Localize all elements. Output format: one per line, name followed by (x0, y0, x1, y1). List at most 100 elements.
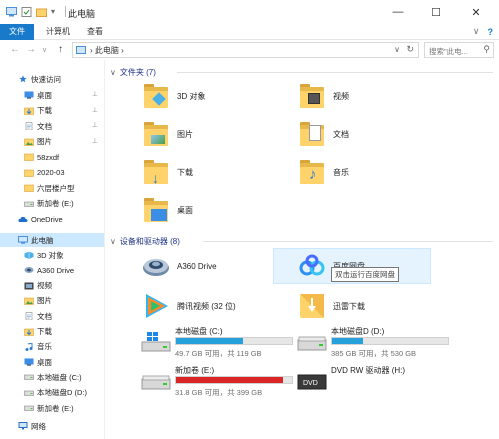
search-icon: ⚲ (483, 44, 490, 54)
xunlei-icon (300, 294, 324, 318)
sidebar-item-label: 音乐 (37, 342, 52, 352)
sidebar-item-quick-6[interactable]: 六层楼户型 (0, 181, 104, 195)
folder-label: 下载 (177, 167, 193, 177)
this-pc-icon (6, 6, 17, 16)
help-icon[interactable]: ? (488, 27, 494, 37)
videos-icon (24, 282, 34, 290)
pin-icon[interactable]: ⊥ (92, 137, 98, 145)
address-dropdown-icon[interactable]: ∨ (394, 45, 400, 54)
pin-icon[interactable]: ⊥ (92, 106, 98, 114)
app-tile-tencent-video[interactable]: 腾讯视频 (32 位) (141, 288, 236, 324)
drive-tile-0[interactable]: 本地磁盘 (C:) 49.7 GB 可用，共 119 GB (141, 326, 297, 366)
music-icon (25, 342, 33, 351)
sidebar-item-quick-3[interactable]: 图片 ⊥ (0, 135, 104, 149)
sidebar-item-label: 文档 (37, 121, 52, 131)
refresh-icon[interactable]: ↻ (406, 44, 414, 55)
pin-icon[interactable]: ⊥ (92, 90, 98, 98)
drive-usage-bar (175, 337, 293, 345)
sidebar-item-pc-8[interactable]: 本地磁盘 (C:) (0, 370, 104, 384)
forward-button[interactable]: → (26, 44, 36, 55)
back-button[interactable]: ← (10, 44, 20, 55)
search-input[interactable]: 搜索"此电... ⚲ (424, 42, 494, 58)
group-divider (177, 72, 493, 73)
drive-tile-2[interactable]: 新加卷 (E:) 31.8 GB 可用，共 399 GB (141, 365, 297, 405)
folder-tile-1[interactable]: 视频 (297, 78, 349, 114)
sidebar-item-label: 六层楼户型 (37, 183, 75, 193)
sidebar-item-pc-2[interactable]: 视频 (0, 279, 104, 293)
expand-ribbon-icon[interactable]: ∨ (473, 26, 480, 37)
drive-usage-bar (331, 337, 449, 345)
sidebar-item-quick-7[interactable]: 新加卷 (E:) (0, 197, 104, 211)
maximize-button[interactable]: ☐ (422, 2, 450, 22)
sidebar-item-quick-0[interactable]: 桌面 ⊥ (0, 88, 104, 102)
sidebar-item-pc-4[interactable]: 文档 (0, 309, 104, 323)
sidebar-item-pc-7[interactable]: 桌面 (0, 355, 104, 369)
drive-tile-3[interactable]: DVD DVD RW 驱动器 (H:) (297, 365, 453, 405)
folder-tile-6[interactable]: 桌面 (141, 192, 193, 228)
tab-computer[interactable]: 计算机 (40, 24, 76, 40)
sidebar-item-label: 快速访问 (31, 74, 61, 84)
close-button[interactable]: ✕ (462, 2, 490, 22)
3d-objects-icon (24, 251, 34, 259)
sidebar-item-label: 桌面 (37, 357, 52, 367)
sidebar-onedrive[interactable]: OneDrive (0, 212, 104, 226)
pin-icon[interactable]: ⊥ (92, 121, 98, 129)
folder-tile-2[interactable]: 图片 (141, 116, 193, 152)
sidebar-item-pc-3[interactable]: 图片 (0, 294, 104, 308)
content-pane: ∨ 文件夹 (7) 3D 对象 视频图片 文档 ↓ 下载 ♪ 音乐桌面 ∨ 设备和驱动器 (… (105, 60, 499, 439)
folder-label: 视频 (333, 91, 349, 101)
breadcrumb[interactable]: › 此电脑 › (90, 45, 124, 56)
sidebar-item-pc-6[interactable]: 音乐 (0, 340, 104, 354)
address-bar[interactable]: › 此电脑 › ∨ ↻ (72, 42, 419, 58)
up-button[interactable]: ↑ (58, 44, 63, 55)
folder-label: 音乐 (333, 167, 349, 177)
documents-icon (25, 312, 33, 321)
folders-group-header[interactable]: ∨ 文件夹 (7) (110, 67, 156, 78)
title-bar: ▾ 此电脑 — ☐ ✕ (0, 0, 499, 24)
sidebar-item-label: 文档 (37, 311, 52, 321)
tab-file[interactable]: 文件 (0, 24, 34, 40)
sidebar-item-pc-10[interactable]: 新加卷 (E:) (0, 401, 104, 415)
sidebar-network[interactable]: 网络 (0, 419, 104, 433)
folder-label: 文档 (333, 129, 349, 139)
sidebar-item-label: 新加卷 (E:) (37, 199, 74, 208)
new-folder-icon[interactable] (36, 7, 47, 17)
music-icon: ♪ (297, 157, 327, 187)
sidebar-item-quick-1[interactable]: 下载 ⊥ (0, 104, 104, 118)
app-label: 腾讯视频 (32 位) (177, 301, 236, 311)
folder-tile-5[interactable]: ♪ 音乐 (297, 154, 349, 190)
recent-locations-button[interactable]: ∨ (42, 46, 47, 54)
collapse-icon[interactable]: ∨ (110, 68, 116, 77)
drive-name: 本地磁盘 (C:) (175, 327, 223, 336)
sidebar-this-pc[interactable]: 此电脑 (0, 233, 104, 247)
search-placeholder: 搜索"此电... (429, 47, 468, 56)
sidebar-item-pc-9[interactable]: 本地磁盘D (D:) (0, 386, 104, 400)
folder-tile-4[interactable]: ↓ 下载 (141, 154, 193, 190)
app-tile-xunlei[interactable]: 迅雷下载 (297, 288, 365, 324)
drive-name: 新加卷 (E:) (175, 366, 215, 375)
sidebar-item-quick-2[interactable]: 文档 ⊥ (0, 119, 104, 133)
sidebar-item-label: 2020-03 (37, 168, 65, 177)
minimize-button[interactable]: — (384, 2, 412, 22)
sidebar-item-pc-5[interactable]: 下载 (0, 325, 104, 339)
sidebar-quick-access[interactable]: 快速访问 (0, 72, 104, 86)
properties-icon[interactable] (21, 6, 32, 17)
address-row: ← → ∨ ↑ › 此电脑 › ∨ ↻ 搜索"此电... ⚲ (0, 40, 499, 60)
customize-dropdown-icon[interactable]: ▾ (51, 7, 59, 17)
tab-view[interactable]: 查看 (82, 24, 108, 40)
folder-tile-0[interactable]: 3D 对象 (141, 78, 205, 114)
3d-objects-icon (141, 81, 171, 111)
sidebar-item-quick-5[interactable]: 2020-03 (0, 166, 104, 180)
collapse-icon[interactable]: ∨ (110, 237, 116, 246)
drive-tile-1[interactable]: 本地磁盘D (D:) 385 GB 可用，共 530 GB (297, 326, 453, 366)
devices-group-header[interactable]: ∨ 设备和驱动器 (8) (110, 236, 180, 247)
sidebar-item-pc-1[interactable]: A360 Drive (0, 263, 104, 277)
folder-tile-3[interactable]: 文档 (297, 116, 349, 152)
folder-icon (24, 169, 34, 177)
sidebar-item-quick-4[interactable]: 58zxdf (0, 150, 104, 164)
window-title: 此电脑 (68, 9, 96, 19)
app-tile-a360[interactable]: A360 Drive (141, 248, 217, 284)
sidebar-item-pc-0[interactable]: 3D 对象 (0, 248, 104, 262)
folder-label: 桌面 (177, 205, 193, 215)
drive-name: 本地磁盘D (D:) (331, 327, 385, 336)
